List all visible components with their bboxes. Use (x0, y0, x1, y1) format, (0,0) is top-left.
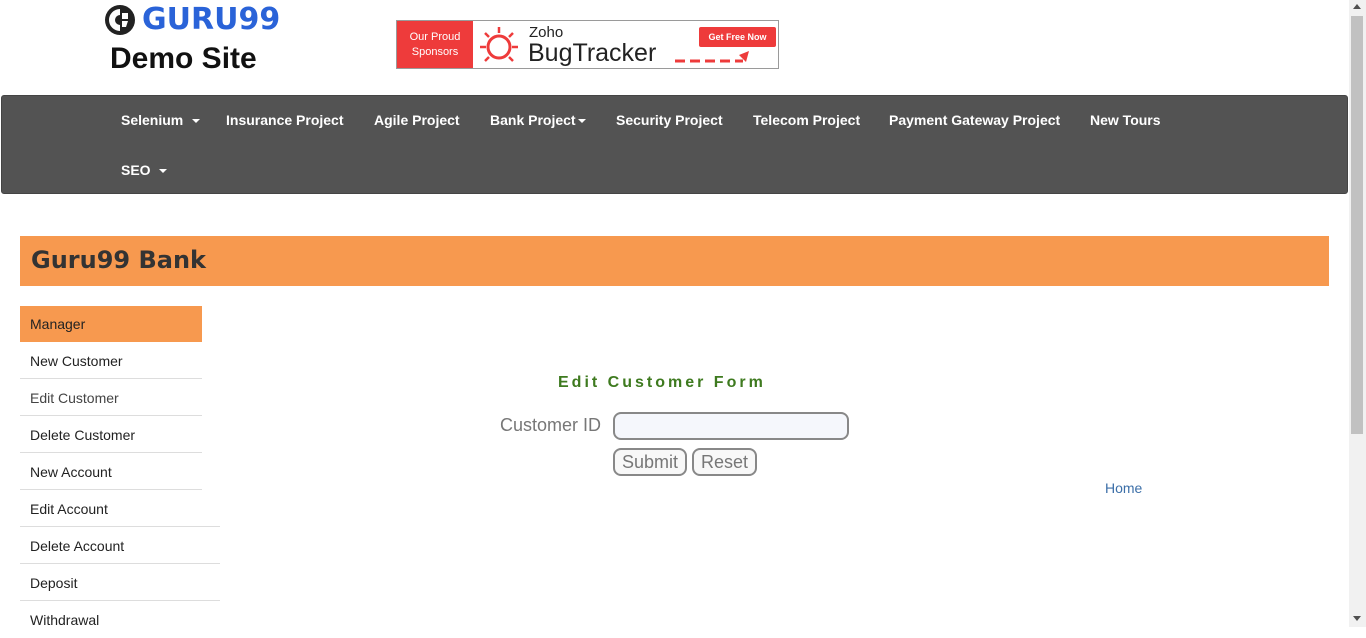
bank-title: Guru99 Bank (31, 246, 206, 274)
bank-header: Guru99 Bank (20, 236, 1329, 286)
nav-bank-project[interactable]: Bank Project (490, 112, 586, 128)
banner-product-text: BugTracker (528, 39, 657, 67)
site-subtitle: Demo Site (110, 42, 257, 75)
arrow-icon (675, 51, 749, 63)
caret-down-icon (192, 119, 201, 124)
banner-sponsor-label: Our Proud Sponsors (397, 21, 473, 68)
nav-bank-project-label: Bank Project (490, 112, 576, 128)
sidebar-item-new-customer[interactable]: New Customer (20, 343, 202, 379)
nav-seo[interactable]: SEO (121, 162, 168, 178)
scroll-down-icon[interactable] (1353, 616, 1361, 621)
customer-id-label: Customer ID (500, 415, 602, 435)
customer-id-input[interactable] (613, 412, 849, 440)
nav-selenium-label: Selenium (121, 112, 184, 128)
scrollbar-thumb[interactable] (1351, 16, 1363, 434)
nav-insurance-project[interactable]: Insurance Project (226, 112, 344, 128)
reset-button[interactable]: Reset (692, 448, 757, 476)
nav-telecom-project[interactable]: Telecom Project (753, 112, 860, 128)
sidebar-item-edit-customer[interactable]: Edit Customer (20, 380, 202, 416)
home-link[interactable]: Home (1105, 480, 1142, 496)
nav-security-project[interactable]: Security Project (616, 112, 723, 128)
sponsor-banner[interactable]: Our Proud Sponsors Zoho BugTracker Get F… (396, 20, 779, 69)
sidebar-item-new-account[interactable]: New Account (20, 454, 202, 490)
nav-payment-gateway-project[interactable]: Payment Gateway Project (889, 112, 1060, 128)
submit-button[interactable]: Submit (613, 448, 687, 476)
guru99-logo-icon (105, 5, 135, 35)
scroll-up-icon[interactable] (1353, 4, 1361, 9)
banner-sponsor-line2: Sponsors (411, 45, 459, 58)
caret-down-icon (159, 169, 168, 174)
banner-cta-button[interactable]: Get Free Now (699, 27, 776, 47)
logo-text: GURU99 (142, 2, 281, 37)
sidebar-item-deposit[interactable]: Deposit (20, 565, 220, 601)
site-logo[interactable]: GURU99 (104, 3, 284, 37)
banner-sponsor-line1: Our Proud (409, 30, 461, 43)
nav-seo-label: SEO (121, 162, 151, 178)
sidebar-item-delete-account[interactable]: Delete Account (20, 528, 220, 564)
sidebar-item-manager[interactable]: Manager (20, 306, 202, 342)
sidebar-item-delete-customer[interactable]: Delete Customer (20, 417, 202, 453)
nav-new-tours[interactable]: New Tours (1090, 112, 1161, 128)
nav-selenium[interactable]: Selenium (121, 112, 201, 128)
caret-down-icon (577, 119, 586, 124)
nav-agile-project[interactable]: Agile Project (374, 112, 460, 128)
main-navbar: Selenium Insurance Project Agile Project… (1, 95, 1348, 194)
bug-icon (480, 27, 518, 62)
sidebar-item-withdrawal[interactable]: Withdrawal (20, 602, 220, 638)
form-title: Edit Customer Form (558, 374, 766, 391)
sidebar-item-edit-account[interactable]: Edit Account (20, 491, 220, 527)
vertical-scrollbar[interactable] (1349, 0, 1366, 627)
